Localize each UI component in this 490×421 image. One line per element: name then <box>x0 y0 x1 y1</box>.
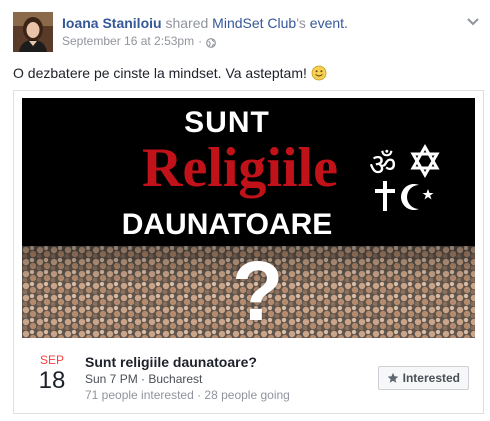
cover-line-religiile: Religiile <box>142 137 338 199</box>
event-date: SEP 18 <box>32 353 72 395</box>
interested-button[interactable]: Interested <box>377 366 469 390</box>
cross-icon <box>375 181 395 211</box>
interested-button-label: Interested <box>402 371 460 385</box>
event-title[interactable]: Sunt religiile daunatoare? <box>85 353 290 371</box>
event-stats[interactable]: 71 people interested · 28 people going <box>85 387 290 403</box>
possessive-suffix: 's <box>296 15 306 31</box>
om-icon: ॐ <box>369 148 396 183</box>
feed-post: Ioana Staniloiu shared MindSet Club's ev… <box>0 0 490 421</box>
post-message-text: O dezbatere pe cinste la mindset. Va ast… <box>13 65 307 81</box>
post-meta: September 16 at 2:53pm · <box>62 33 216 49</box>
avatar[interactable] <box>13 12 53 52</box>
svg-text:ॐ: ॐ <box>369 148 396 183</box>
star-of-david-icon <box>410 143 440 179</box>
shared-text: shared <box>165 15 209 31</box>
cover-line-sunt: SUNT <box>184 106 270 139</box>
cover-question-mark: ? <box>232 244 284 338</box>
star-icon <box>387 372 399 384</box>
event-info: Sunt religiile daunatoare? Sun 7 PM · Bu… <box>85 353 290 403</box>
event-cover-image[interactable]: SUNT Religiile DAUNATOARE ? ॐ <box>22 98 475 338</box>
post-message: O dezbatere pe cinste la mindset. Va ast… <box>13 64 327 82</box>
post-timestamp[interactable]: September 16 at 2:53pm <box>62 33 194 49</box>
crescent-star-icon <box>401 184 434 210</box>
globe-icon[interactable] <box>206 36 216 48</box>
smiley-icon <box>311 65 327 81</box>
meta-separator: · <box>198 34 203 48</box>
post-header: Ioana Staniloiu shared MindSet Club's ev… <box>62 14 348 32</box>
event-month: SEP <box>39 353 64 367</box>
chevron-down-icon[interactable] <box>466 14 480 26</box>
event-link[interactable]: event. <box>310 15 348 31</box>
event-when: Sun 7 PM · Bucharest <box>85 372 203 386</box>
religious-symbols: ॐ <box>367 143 447 218</box>
author-link[interactable]: Ioana Staniloiu <box>62 15 162 31</box>
event-card[interactable]: SUNT Religiile DAUNATOARE ? ॐ SEP 18 Sun… <box>13 90 484 414</box>
event-day: 18 <box>38 367 66 394</box>
page-link[interactable]: MindSet Club <box>212 15 296 31</box>
